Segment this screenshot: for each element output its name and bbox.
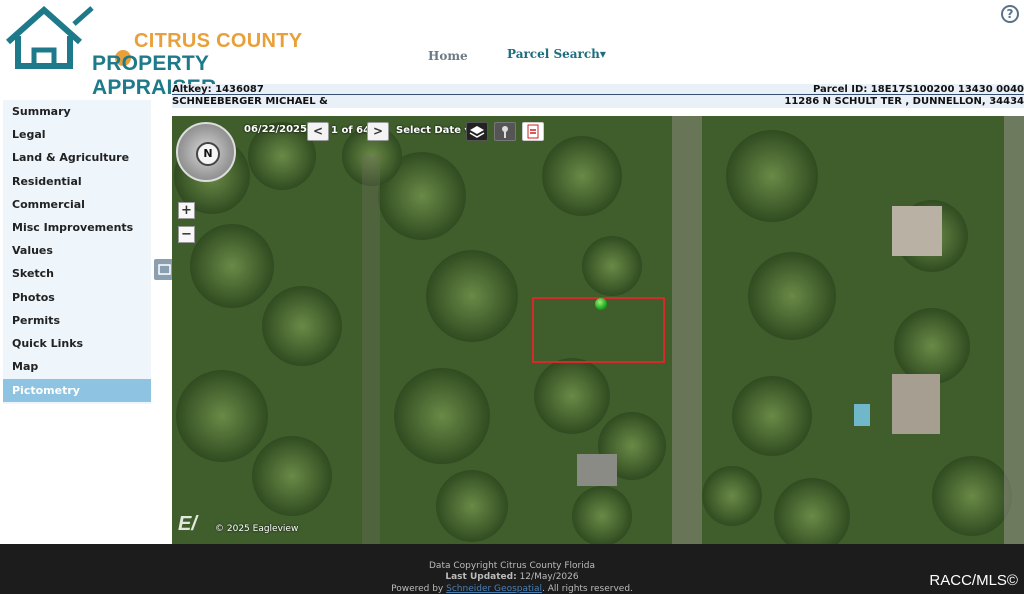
sidebar-nav: Summary Legal Land & Agriculture Residen…	[3, 100, 151, 404]
measure-tool-button[interactable]	[494, 122, 516, 141]
site-logo[interactable]: CITRUS COUNTY PROPERTY APPRAISER	[4, 5, 304, 99]
select-date-dropdown[interactable]: Select Date ▾	[396, 125, 470, 136]
sidebar-item-sketch[interactable]: Sketch	[3, 262, 151, 285]
footer-powered-by: Powered by Schneider Geospatial. All rig…	[0, 584, 1024, 594]
sidebar-item-residential[interactable]: Residential	[3, 170, 151, 193]
nav-home-link[interactable]: Home	[428, 49, 468, 63]
sidebar-item-pictometry[interactable]: Pictometry	[3, 379, 151, 402]
mls-watermark: RACC/MLS©	[929, 572, 1018, 589]
header: CITRUS COUNTY PROPERTY APPRAISER Home Pa…	[0, 0, 1024, 99]
nav-parcel-search-menu[interactable]: Parcel Search▾	[507, 47, 606, 61]
layers-icon	[469, 126, 485, 138]
sidebar-item-legal[interactable]: Legal	[3, 123, 151, 146]
sidebar-item-map[interactable]: Map	[3, 355, 151, 378]
parcel-info-bar: Altkey: 1436087 Parcel ID: 18E17S100200 …	[172, 84, 1024, 108]
altkey-text: Altkey: 1436087	[172, 84, 264, 95]
sidebar-item-commercial[interactable]: Commercial	[3, 193, 151, 216]
property-address-text: 11286 N SCHULT TER , DUNNELLON, 34434	[784, 96, 1024, 107]
last-updated-label: Last Updated:	[445, 572, 517, 582]
sidebar-item-photos[interactable]: Photos	[3, 286, 151, 309]
footer-last-updated: Last Updated: 12/May/2026	[0, 572, 1024, 582]
export-pdf-button[interactable]	[522, 122, 544, 141]
parcel-location-pin-icon[interactable]	[595, 298, 607, 310]
sidebar-item-summary[interactable]: Summary	[3, 100, 151, 123]
eagleview-logo: E/	[178, 513, 197, 535]
previous-image-button[interactable]: <	[307, 122, 329, 141]
powered-by-label: Powered by	[391, 584, 444, 594]
footer-copyright: Data Copyright Citrus County Florida	[429, 561, 595, 571]
pin-tool-icon	[502, 126, 508, 138]
map-toolbar: 06/22/2025 < 1 of 64 > Select Date ▾	[172, 116, 1024, 146]
parcel-id-text: Parcel ID: 18E17S100200 13430 0040	[812, 84, 1024, 95]
image-date-text: 06/22/2025	[244, 124, 307, 135]
sidebar-item-land-agriculture[interactable]: Land & Agriculture	[3, 146, 151, 169]
imagery-copyright-text: © 2025 Eagleview	[215, 524, 299, 534]
sidebar-item-quick-links[interactable]: Quick Links	[3, 332, 151, 355]
sidebar-item-values[interactable]: Values	[3, 239, 151, 262]
footer: Data Copyright Citrus County Florida Las…	[0, 544, 1024, 594]
layers-button[interactable]	[466, 122, 488, 141]
sidebar-item-misc-improvements[interactable]: Misc Improvements	[3, 216, 151, 239]
zoom-in-button[interactable]: +	[178, 202, 195, 219]
sidebar-item-permits[interactable]: Permits	[3, 309, 151, 332]
help-icon[interactable]: ?	[1001, 5, 1019, 23]
rights-text: . All rights reserved.	[542, 584, 633, 594]
pdf-icon	[527, 124, 539, 139]
owner-name-text: SCHNEEBERGER MICHAEL &	[172, 96, 328, 107]
image-count-text: 1 of 64	[331, 125, 371, 136]
zoom-out-button[interactable]: −	[178, 226, 195, 243]
last-updated-value: 12/May/2026	[519, 572, 579, 582]
logo-title-line1: CITRUS COUNTY	[134, 30, 303, 52]
next-image-button[interactable]: >	[367, 122, 389, 141]
powered-by-link[interactable]: Schneider Geospatial	[446, 584, 542, 594]
aerial-map-viewer[interactable]: N + − 06/22/2025 < 1 of 64 > Select Date…	[172, 116, 1024, 544]
